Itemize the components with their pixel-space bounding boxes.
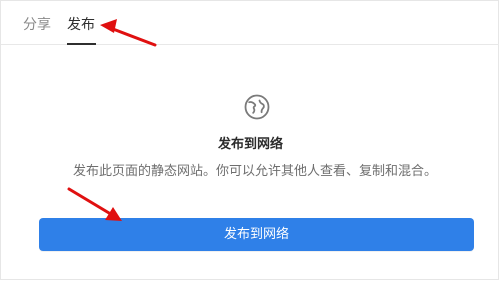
annotation-arrow-top xyxy=(100,19,157,47)
tab-publish[interactable]: 发布 xyxy=(67,16,95,34)
publish-title: 发布到网络 xyxy=(217,137,283,152)
publish-content: 发布到网络 发布此页面的静态网站。你可以允许其他人查看、复制和混合。 发布到网络 xyxy=(1,45,499,281)
tab-share[interactable]: 分享 xyxy=(23,16,51,34)
tab-bar: 分享 发布 xyxy=(1,1,499,45)
publish-description: 发布此页面的静态网站。你可以允许其他人查看、复制和混合。 xyxy=(72,164,437,179)
annotation-arrow-button xyxy=(67,187,122,221)
globe-icon xyxy=(244,94,270,120)
publish-panel: 分享 发布 发布到网络 发布此页面的静态网站。你可以允许其他人查看、复制和混合。… xyxy=(0,0,499,280)
